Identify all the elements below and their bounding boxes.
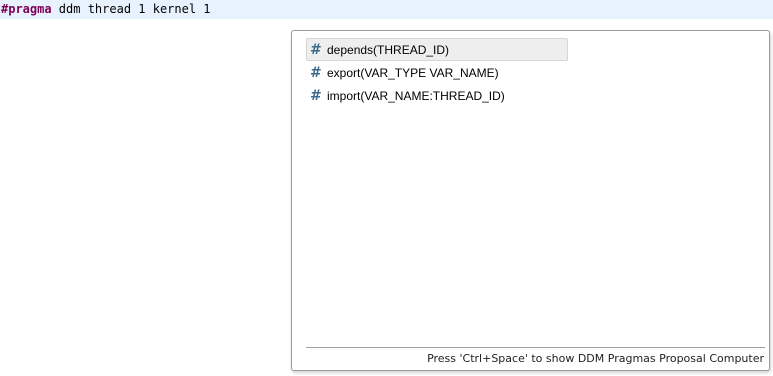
content-assist-popup: # depends(THREAD_ID) # export(VAR_TYPE V…: [291, 30, 770, 371]
popup-status-bar[interactable]: Press 'Ctrl+Space' to show DDM Pragmas P…: [306, 347, 765, 369]
hash-icon: #: [310, 41, 322, 58]
proposal-label: depends(THREAD_ID): [327, 42, 450, 57]
hash-icon: #: [310, 64, 322, 81]
proposal-item-depends[interactable]: # depends(THREAD_ID): [306, 38, 568, 61]
proposal-item-export[interactable]: # export(VAR_TYPE VAR_NAME): [306, 61, 568, 84]
proposal-item-import[interactable]: # import(VAR_NAME:THREAD_ID): [306, 84, 568, 107]
hash-icon: #: [310, 87, 322, 104]
pragma-keyword: #pragma: [1, 2, 52, 16]
pragma-arguments: ddm thread 1 kernel 1: [51, 2, 211, 16]
editor-current-line[interactable]: #pragma ddm thread 1 kernel 1: [0, 0, 773, 19]
proposal-label: export(VAR_TYPE VAR_NAME): [327, 65, 499, 80]
proposal-label: import(VAR_NAME:THREAD_ID): [327, 88, 505, 103]
proposal-list[interactable]: # depends(THREAD_ID) # export(VAR_TYPE V…: [306, 38, 765, 338]
